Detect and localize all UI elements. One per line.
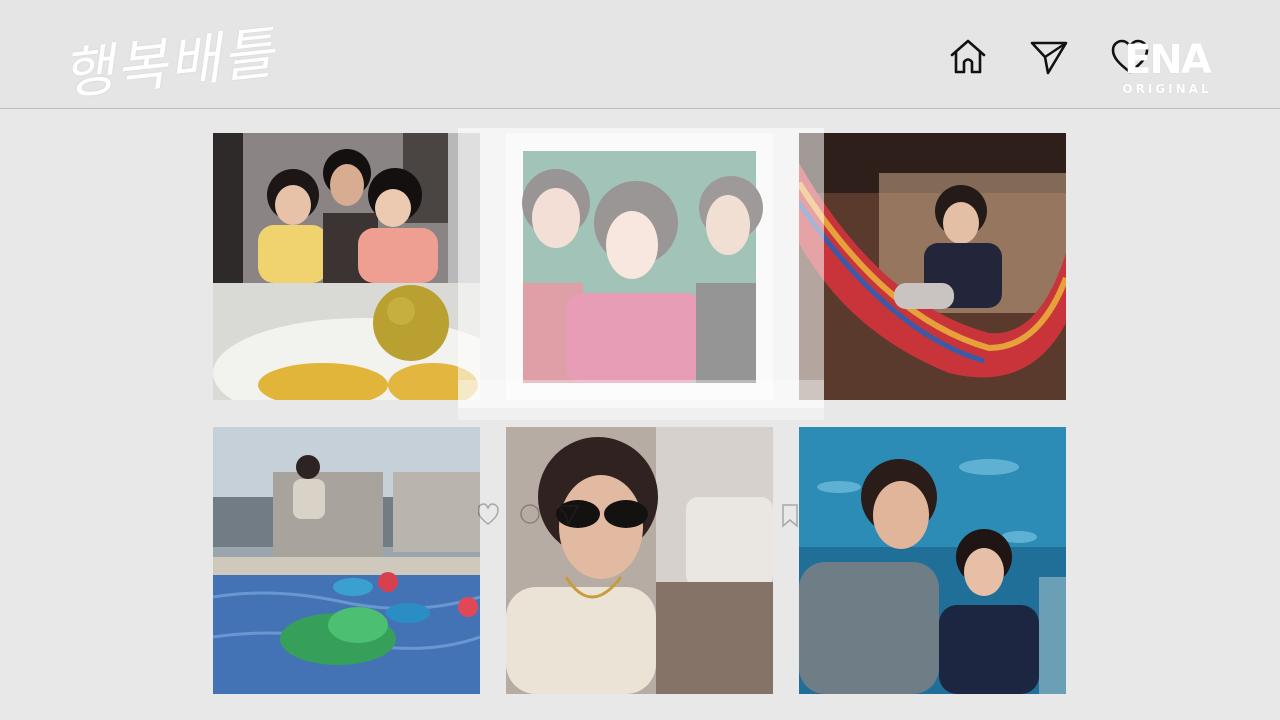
feed-photo-woman-sunglasses[interactable]: [506, 427, 773, 694]
brand-main-text: ENA: [1124, 37, 1212, 83]
show-title-logo: 행복배틀: [59, 20, 279, 108]
feed-photo-boy-hammock[interactable]: [799, 133, 1066, 400]
feed-photo-family-selfie[interactable]: [213, 133, 480, 400]
feed-photo-aquarium[interactable]: [799, 427, 1066, 694]
home-icon[interactable]: [948, 36, 988, 76]
ena-original-logo: ENA ORIGINAL: [1112, 38, 1222, 100]
top-bar: 행복배틀 ENA ORIGINAL: [0, 0, 1280, 109]
feed-photo-rooftop-pool[interactable]: [213, 427, 480, 694]
brand-sub-text: ORIGINAL: [1122, 82, 1212, 96]
feed-photo-three-women[interactable]: [506, 133, 773, 400]
paper-plane-icon[interactable]: [1029, 38, 1069, 78]
